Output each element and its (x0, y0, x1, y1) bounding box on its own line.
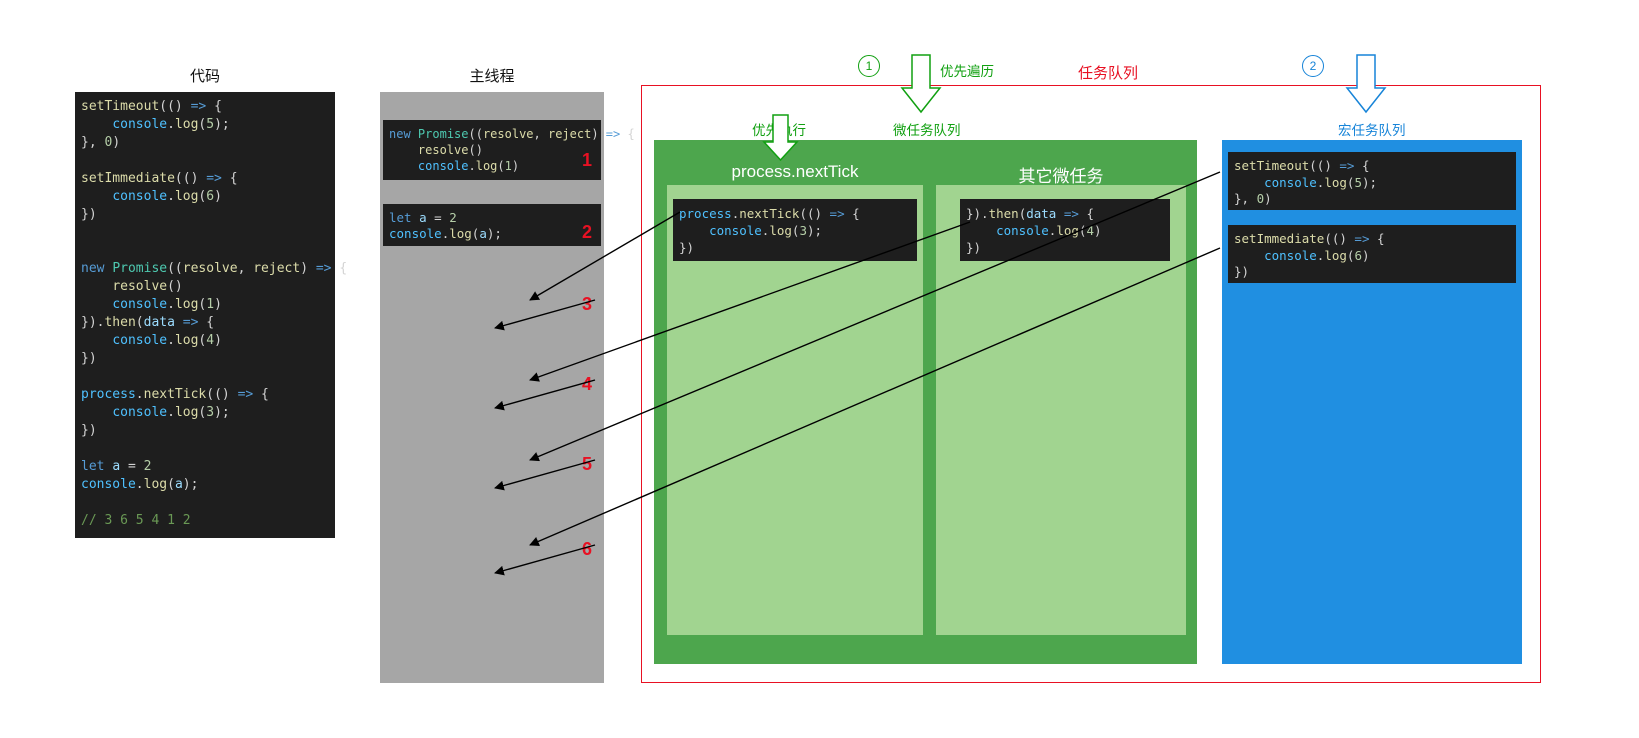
circle-number-1: 1 (858, 55, 880, 77)
snippet-promise: new Promise((resolve, reject) => { resol… (383, 120, 601, 180)
main-step-5: 5 (582, 454, 592, 475)
diagram-stage: 代码 setTimeout(() => { console.log(5); },… (0, 0, 1639, 738)
snippet-setimmediate: setImmediate(() => { console.log(6) }) (1228, 225, 1516, 283)
micro-col-other-title: 其它微任务 (936, 162, 1186, 187)
macro-task-box (1222, 140, 1522, 664)
main-step-6: 6 (582, 539, 592, 560)
main-step-1: 1 (582, 150, 592, 171)
main-step-2: 2 (582, 222, 592, 243)
main-thread-column (380, 92, 604, 683)
micro-col-nexttick-title: process.nextTick (667, 162, 923, 182)
priority-traverse-label: 优先遍历 (940, 60, 994, 80)
snippet-then: }).then(data => { console.log(4) }) (960, 199, 1170, 261)
snippet-let-a: let a = 2 console.log(a); (383, 204, 601, 246)
task-queue-label: 任务队列 (1078, 62, 1138, 83)
circle-number-2: 2 (1302, 55, 1324, 77)
main-thread-title: 主线程 (380, 65, 604, 86)
code-title: 代码 (75, 65, 335, 86)
snippet-nexttick: process.nextTick(() => { console.log(3);… (673, 199, 917, 261)
main-step-4: 4 (582, 374, 592, 395)
macro-queue-label: 宏任务队列 (1338, 119, 1406, 139)
priority-execute-label: 优先执行 (752, 119, 806, 139)
code-editor: setTimeout(() => { console.log(5); }, 0)… (75, 92, 335, 538)
micro-queue-label: 微任务队列 (893, 119, 961, 139)
main-step-3: 3 (582, 294, 592, 315)
snippet-settimeout: setTimeout(() => { console.log(5); }, 0) (1228, 152, 1516, 210)
